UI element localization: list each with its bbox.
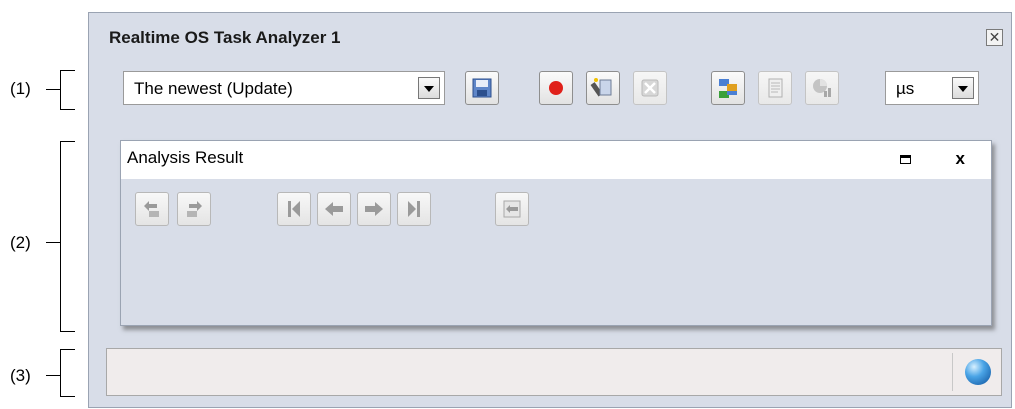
save-button[interactable] xyxy=(465,71,499,105)
clear-icon xyxy=(590,78,612,97)
first-icon xyxy=(288,201,300,217)
last-icon xyxy=(408,201,420,217)
unit-select[interactable]: µs xyxy=(885,71,979,105)
close-icon: ✕ xyxy=(988,29,1001,45)
chevron-down-icon xyxy=(952,77,974,99)
unit-select-value: µs xyxy=(896,79,915,98)
panel-title: Analysis Result xyxy=(127,148,244,167)
annotation-label-1: (1) xyxy=(10,79,31,98)
report-icon xyxy=(768,78,783,98)
panel-header: Analysis Result x xyxy=(121,141,991,179)
annotation-bracket-1 xyxy=(60,70,75,110)
forward-icon xyxy=(187,201,202,217)
panel-close-button[interactable]: x xyxy=(956,149,965,169)
forward-button[interactable] xyxy=(177,192,211,226)
chart-icon xyxy=(813,79,831,97)
maximize-icon[interactable] xyxy=(900,155,911,164)
annotation-bracket-3 xyxy=(60,349,75,397)
next-button[interactable] xyxy=(357,192,391,226)
previous-icon xyxy=(325,202,343,216)
display-settings-button[interactable] xyxy=(711,71,745,105)
title-bar: Realtime OS Task Analyzer 1 ✕ xyxy=(89,13,1011,57)
record-icon xyxy=(549,81,563,95)
back-button[interactable] xyxy=(135,192,169,226)
chevron-down-icon xyxy=(418,77,440,99)
chart-button[interactable] xyxy=(805,71,839,105)
annotation-bracket-2 xyxy=(60,141,75,332)
window-close-button[interactable]: ✕ xyxy=(986,29,1003,46)
back-icon xyxy=(144,201,159,217)
sync-button[interactable] xyxy=(495,192,529,226)
mode-select[interactable]: The newest (Update) xyxy=(123,71,445,105)
last-button[interactable] xyxy=(397,192,431,226)
status-bar xyxy=(106,348,1002,396)
annotation-label-3: (3) xyxy=(10,366,31,385)
analysis-result-panel: Analysis Result x xyxy=(120,140,992,326)
task-analyzer-window: Realtime OS Task Analyzer 1 ✕ The newest… xyxy=(88,12,1012,408)
next-icon xyxy=(365,202,383,216)
report-button[interactable] xyxy=(758,71,792,105)
cancel-button[interactable] xyxy=(633,71,667,105)
previous-button[interactable] xyxy=(317,192,351,226)
first-button[interactable] xyxy=(277,192,311,226)
cancel-icon xyxy=(641,79,659,97)
window-title: Realtime OS Task Analyzer 1 xyxy=(109,28,341,47)
mode-select-value: The newest (Update) xyxy=(134,79,293,98)
status-divider xyxy=(952,353,953,391)
sync-icon xyxy=(503,200,521,218)
clear-button[interactable] xyxy=(586,71,620,105)
record-button[interactable] xyxy=(539,71,573,105)
annotation-tick-3 xyxy=(46,375,60,376)
status-orb-icon xyxy=(965,359,991,385)
annotation-tick-2 xyxy=(46,242,60,243)
annotation-label-2: (2) xyxy=(10,233,31,252)
annotation-tick-1 xyxy=(46,89,60,90)
toolbar: The newest (Update) µs xyxy=(89,65,1011,115)
save-icon xyxy=(472,78,492,98)
display-settings-icon xyxy=(719,79,737,98)
